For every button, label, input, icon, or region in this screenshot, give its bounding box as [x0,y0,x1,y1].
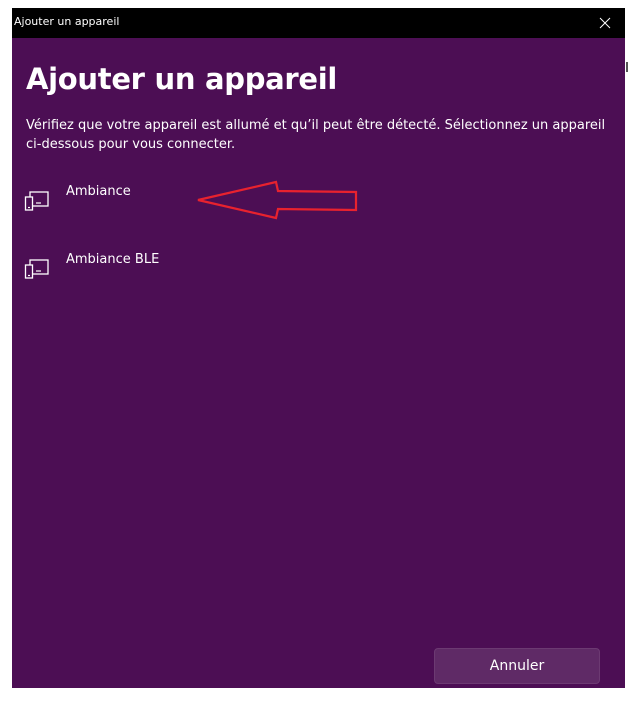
device-icon [24,259,49,279]
add-device-dialog: Ajouter un appareil Ajouter un appareil … [12,8,625,688]
device-item-ambiance[interactable]: Ambiance [24,184,194,216]
device-icon [24,191,49,211]
close-icon [599,17,611,29]
background-edge-mark [626,62,628,72]
red-arrow-annotation [197,180,358,220]
cancel-button[interactable]: Annuler [434,648,600,684]
instructions-text: Vérifiez que votre appareil est allumé e… [26,118,606,152]
device-item-ambiance-ble[interactable]: Ambiance BLE [24,252,194,284]
window-title: Ajouter un appareil [14,15,120,28]
close-button[interactable] [585,8,625,38]
page-title: Ajouter un appareil [26,62,338,96]
device-label-ambiance: Ambiance [66,184,131,199]
device-label-ambiance-ble: Ambiance BLE [66,252,160,267]
title-bar: Ajouter un appareil [12,8,625,38]
